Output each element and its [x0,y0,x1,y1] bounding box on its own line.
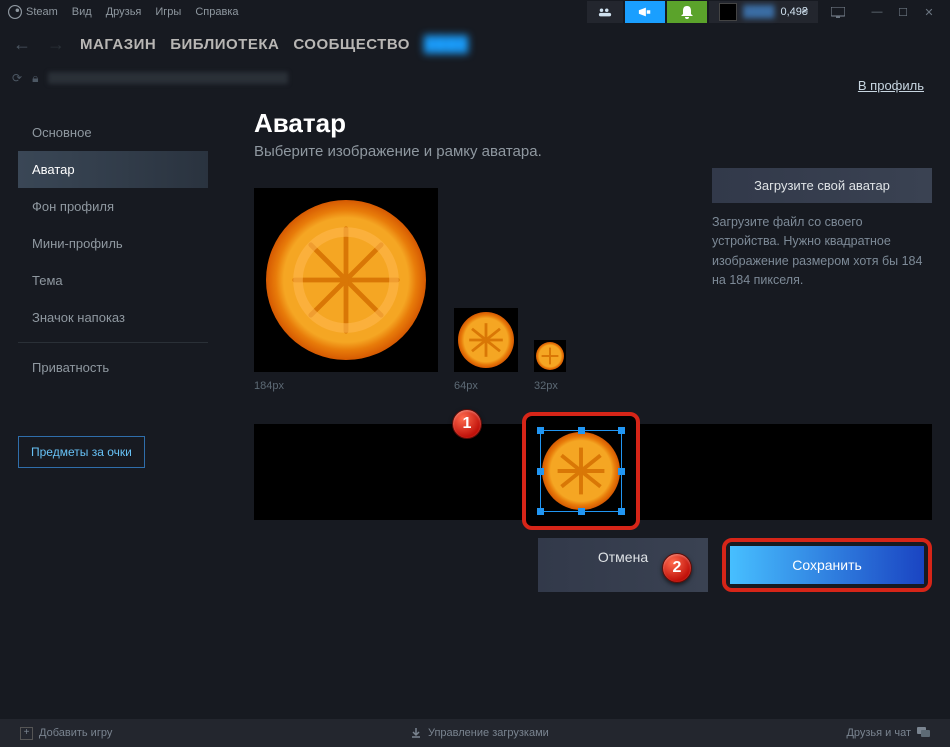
sidebar-item-privacy[interactable]: Приватность [18,349,208,386]
resize-handle-tl[interactable] [537,427,544,434]
resize-handle-mr[interactable] [618,468,625,475]
upload-panel: Загрузите свой аватар Загрузите файл со … [712,168,932,291]
resize-handle-br[interactable] [618,508,625,515]
nav-bar: ← → МАГАЗИН БИБЛИОТЕКА СООБЩЕСТВО ████ [0,24,950,64]
megaphone-icon [638,6,652,18]
downloads-button[interactable]: Управление загрузками [402,727,557,739]
menu-view[interactable]: Вид [72,6,92,18]
avatar-image-crop [542,432,620,510]
resize-handle-tm[interactable] [578,427,585,434]
avatar-image-184 [266,200,426,360]
nav-back[interactable]: ← [12,34,32,55]
settings-sidebar: Основное Аватар Фон профиля Мини-профиль… [18,108,208,719]
window-minimize[interactable]: — [864,1,890,23]
steam-logo: Steam [8,5,58,19]
save-button[interactable]: Сохранить [730,546,924,584]
sidebar-item-avatar[interactable]: Аватар [18,151,208,188]
preview-64 [454,308,518,372]
avatar-tiny [719,3,737,21]
nav-library[interactable]: БИБЛИОТЕКА [170,36,279,53]
friends-chat-button[interactable]: Друзья и чат [838,727,938,739]
nav-store[interactable]: МАГАЗИН [80,36,156,53]
monitor-icon [831,7,845,18]
save-highlight-box: Сохранить [722,538,932,592]
title-bar: Steam Вид Друзья Игры Справка ████ 0,49₴… [0,0,950,24]
preview-64-label: 64px [454,380,518,392]
annotation-badge-1: 1 [452,409,482,439]
page-title: Аватар [254,108,932,139]
content-area: Аватар Выберите изображение и рамку ават… [208,108,932,719]
nav-forward[interactable]: → [46,34,66,55]
resize-handle-bm[interactable] [578,508,585,515]
username-blurred: ████ [743,6,774,18]
window-close[interactable]: ✕ [916,1,942,23]
crop-selection[interactable] [540,430,622,512]
sidebar-item-theme[interactable]: Тема [18,262,208,299]
vr-button[interactable] [820,1,856,23]
annotation-badge-2: 2 [662,553,692,583]
lock-icon: 🔒︎ [32,71,38,86]
plus-icon: + [20,727,33,740]
download-icon [410,727,422,739]
profile-link[interactable]: В профиль [858,78,924,93]
page-subtitle: Выберите изображение и рамку аватара. [254,143,932,160]
url-blurred [48,72,288,84]
add-game-label: Добавить игру [39,727,112,739]
sidebar-item-showcase[interactable]: Значок напоказ [18,299,208,336]
orange-segments-icon [266,200,426,360]
menu-help[interactable]: Справка [195,6,238,18]
add-game-button[interactable]: + Добавить игру [12,727,120,740]
friends-chat-label: Друзья и чат [846,727,911,739]
preview-32-label: 32px [534,380,566,392]
sidebar-item-background[interactable]: Фон профиля [18,188,208,225]
preview-184-label: 184px [254,380,438,392]
status-bar: + Добавить игру Управление загрузками Др… [0,719,950,747]
announce-button[interactable] [625,1,665,23]
sidebar-item-miniprofile[interactable]: Мини-профиль [18,225,208,262]
preview-184 [254,188,438,372]
menu-friends[interactable]: Друзья [106,6,142,18]
crop-strip [254,424,932,520]
notifications-button[interactable] [667,1,707,23]
chat-icon [917,727,930,739]
sidebar-item-general[interactable]: Основное [18,114,208,151]
points-shop-button[interactable]: Предметы за очки [18,436,145,468]
avatar-image-64 [458,312,514,368]
avatar-image-32 [536,342,564,370]
broadcast-button[interactable] [587,1,623,23]
crop-highlight-box [522,412,640,530]
window-maximize[interactable]: ☐ [890,1,916,23]
action-buttons: Отмена Сохранить [254,538,932,592]
group-icon [598,6,612,18]
nav-username[interactable]: ████ [424,36,469,53]
nav-community[interactable]: СООБЩЕСТВО [293,36,410,53]
address-bar: ⟳ 🔒︎ [0,64,950,92]
upload-description: Загрузите файл со своего устройства. Нуж… [712,213,932,291]
preview-32 [534,340,566,372]
downloads-label: Управление загрузками [428,727,549,739]
resize-handle-ml[interactable] [537,468,544,475]
refresh-icon[interactable]: ⟳ [12,71,22,85]
upload-avatar-button[interactable]: Загрузите свой аватар [712,168,932,203]
app-name: Steam [26,6,58,18]
resize-handle-tr[interactable] [618,427,625,434]
resize-handle-bl[interactable] [537,508,544,515]
wallet-balance: 0,49₴ [780,6,808,18]
bell-icon [681,6,693,19]
steam-icon [8,5,22,19]
menu-games[interactable]: Игры [155,6,181,18]
user-dropdown[interactable]: ████ 0,49₴ [709,1,818,23]
